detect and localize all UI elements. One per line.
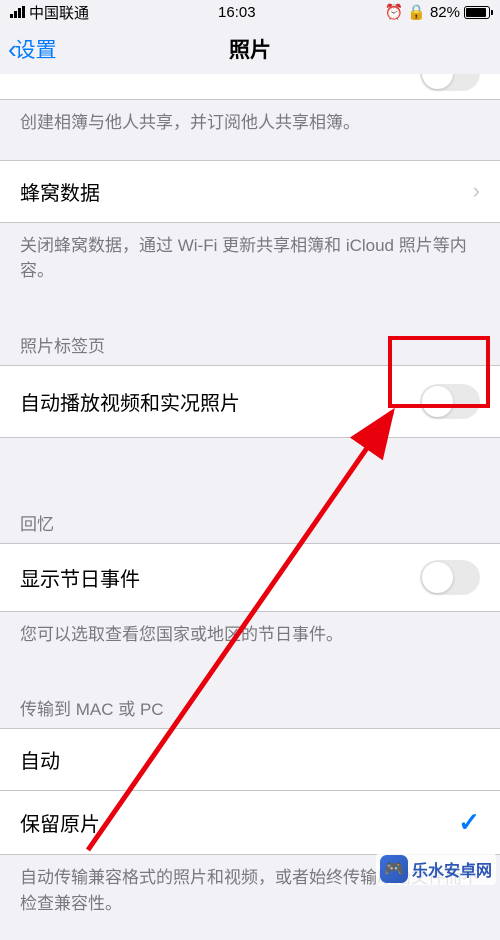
transfer-header: 传输到 MAC 或 PC <box>0 671 500 728</box>
transfer-keep-row[interactable]: 保留原片 ✓ <box>0 790 500 855</box>
carrier-label: 中国联通 <box>29 2 89 23</box>
transfer-auto-label: 自动 <box>20 745 60 774</box>
cellular-row[interactable]: 蜂窝数据 › <box>0 160 500 223</box>
holiday-row: 显示节日事件 <box>0 543 500 612</box>
photo-tabs-header: 照片标签页 <box>0 308 500 365</box>
memories-header: 回忆 <box>0 486 500 543</box>
shared-albums-footer: 创建相簿与他人共享，并订阅他人共享相簿。 <box>0 100 500 160</box>
transfer-keep-label: 保留原片 <box>20 808 100 837</box>
watermark-text: 乐水安卓网 <box>412 857 492 881</box>
alarm-icon: ⏰ <box>385 3 404 21</box>
status-time: 16:03 <box>218 4 256 21</box>
battery-percent: 82% <box>430 4 460 21</box>
watermark-icon: 🎮 <box>380 855 408 883</box>
cellular-label: 蜂窝数据 <box>20 177 100 206</box>
holiday-label: 显示节日事件 <box>20 563 140 592</box>
orientation-lock-icon: 🔒 <box>407 3 426 21</box>
status-left: 中国联通 <box>10 2 89 23</box>
status-right: ⏰ 🔒 82% <box>385 3 490 21</box>
autoplay-row: 自动播放视频和实况照片 <box>0 365 500 438</box>
watermark: 🎮 乐水安卓网 <box>376 853 496 885</box>
cellular-footer: 关闭蜂窝数据，通过 Wi-Fi 更新共享相簿和 iCloud 照片等内容。 <box>0 223 500 308</box>
status-bar: 中国联通 16:03 ⏰ 🔒 82% <box>0 0 500 24</box>
chevron-right-icon: › <box>473 178 480 204</box>
battery-icon <box>464 6 490 19</box>
holiday-toggle[interactable] <box>420 560 480 595</box>
holiday-footer: 您可以选取查看您国家或地区的节日事件。 <box>0 612 500 672</box>
autoplay-label: 自动播放视频和实况照片 <box>20 387 240 416</box>
back-label: 设置 <box>15 34 57 64</box>
partial-row <box>0 74 500 100</box>
signal-bars-icon <box>10 6 25 18</box>
checkmark-icon: ✓ <box>458 807 480 838</box>
autoplay-toggle[interactable] <box>420 384 480 419</box>
page-title: 照片 <box>229 34 271 64</box>
back-button[interactable]: ‹ 设置 <box>8 34 57 65</box>
transfer-auto-row[interactable]: 自动 <box>0 728 500 790</box>
partial-toggle[interactable] <box>420 74 480 91</box>
navigation-bar: ‹ 设置 照片 <box>0 24 500 74</box>
